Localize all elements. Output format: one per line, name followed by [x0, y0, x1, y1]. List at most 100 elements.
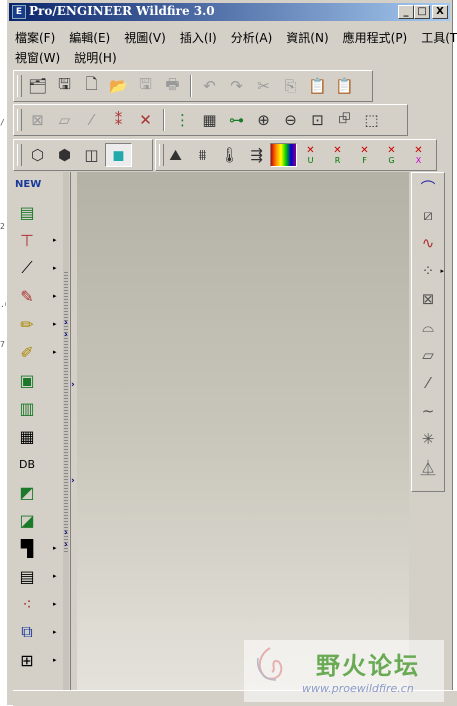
- expand-chevron-icon[interactable]: ›: [71, 380, 75, 390]
- f-point-icon[interactable]: ✕ F: [351, 143, 378, 167]
- curve-icon[interactable]: ∿: [412, 229, 444, 257]
- expand-chevron-icon[interactable]: ›: [64, 540, 68, 550]
- menu-info[interactable]: 資訊(N): [286, 29, 328, 46]
- wireframe-icon[interactable]: ⬡: [24, 143, 51, 167]
- save-copy-icon[interactable]: 🖫: [51, 74, 78, 98]
- extract-icon[interactable]: ▥: [15, 394, 61, 422]
- x-point-icon[interactable]: ✕ X: [405, 143, 432, 167]
- shading-icon[interactable]: ◼: [105, 143, 132, 167]
- axis-icon[interactable]: ⁄: [412, 369, 444, 397]
- datum-plane-off-icon[interactable]: ⊠: [24, 108, 51, 132]
- mold-open-icon[interactable]: ⁖ ▸: [15, 590, 61, 618]
- print-icon[interactable]: 🖶: [159, 74, 186, 98]
- zoom-out-icon[interactable]: ⊖: [277, 108, 304, 132]
- layout-icon[interactable]: ⊞ ▸: [15, 646, 61, 674]
- toolbar-separator: [163, 109, 165, 131]
- toolbar-grip[interactable]: [17, 144, 22, 166]
- probe-icon[interactable]: 🌡: [216, 143, 243, 167]
- ejector-icon[interactable]: ▜ ▸: [15, 534, 61, 562]
- datum-axis-display-icon[interactable]: ⁄: [78, 108, 105, 132]
- curve-sketch-icon[interactable]: ⌓: [412, 313, 444, 341]
- zoom-in-icon[interactable]: ⊕: [250, 108, 277, 132]
- menu-view[interactable]: 視圖(V): [124, 29, 166, 46]
- coord-sys-display-icon[interactable]: ✕: [132, 108, 159, 132]
- analysis-feature-icon[interactable]: ⏅: [412, 453, 444, 481]
- hidden-line-icon[interactable]: ⬢: [51, 143, 78, 167]
- open-icon[interactable]: 📂: [105, 74, 132, 98]
- shrink-icon[interactable]: ✎ ▸: [15, 282, 61, 310]
- point-icon[interactable]: ⁘ ▸: [412, 257, 444, 285]
- mesh-icon[interactable]: ⩩: [189, 143, 216, 167]
- navigator-sash[interactable]: [70, 172, 77, 690]
- workpiece-icon[interactable]: ⟋ ▸: [15, 254, 61, 282]
- graphics-window[interactable]: [77, 172, 409, 690]
- minimize-button[interactable]: _: [398, 5, 414, 19]
- mold-toolbar: ⛰ ⩩ 🌡 ⇶ ✕ U ✕ R ✕ F ✕ G ✕ X: [155, 139, 437, 171]
- maximize-button[interactable]: □: [414, 5, 430, 19]
- datum-point-display-icon[interactable]: ⁑: [105, 108, 132, 132]
- panel-splitter[interactable]: [63, 172, 69, 690]
- toolbar-separator: [190, 75, 192, 97]
- expand-chevron-icon[interactable]: ›: [64, 528, 68, 538]
- close-button[interactable]: X: [432, 5, 448, 19]
- copy-icon[interactable]: ⎘: [277, 74, 304, 98]
- spline-icon[interactable]: ∼: [412, 397, 444, 425]
- new-mold-icon[interactable]: NEW: [15, 170, 61, 198]
- menu-edit[interactable]: 編輯(E): [69, 29, 110, 46]
- expand-chevron-icon[interactable]: ›: [71, 476, 75, 486]
- open-folder-check-icon[interactable]: 🗂: [24, 74, 51, 98]
- proe-app-icon[interactable]: E: [12, 5, 26, 19]
- sketch-icon[interactable]: ⌒: [412, 173, 444, 201]
- plane-icon[interactable]: ⧄: [412, 201, 444, 229]
- no-hidden-icon[interactable]: ◫: [78, 143, 105, 167]
- parting-icon[interactable]: ⇶: [243, 143, 270, 167]
- file-toolbar: 🗂 🖫 🗋 📂 🖫 🖶 ↶ ↷ ✂ ⎘ 📋 📋: [13, 70, 373, 102]
- paste-icon[interactable]: 📋: [304, 74, 331, 98]
- csys-icon[interactable]: ✳: [412, 425, 444, 453]
- layer-icon[interactable]: ▦: [196, 108, 223, 132]
- volume-icon[interactable]: ▣: [15, 366, 61, 394]
- point-sketch-icon[interactable]: ⊠: [412, 285, 444, 313]
- menu-insert[interactable]: 插入(I): [180, 29, 217, 46]
- r-point-icon[interactable]: ✕ R: [324, 143, 351, 167]
- insert-icon[interactable]: ▤ ▸: [15, 562, 61, 590]
- undo-icon[interactable]: ↶: [196, 74, 223, 98]
- orient-icon[interactable]: ⮺: [331, 108, 358, 132]
- expand-chevron-icon[interactable]: ›: [64, 330, 68, 340]
- network-icon[interactable]: ⊶: [223, 108, 250, 132]
- paste-special-icon[interactable]: 📋: [331, 74, 358, 98]
- save-icon[interactable]: 🖫: [132, 74, 159, 98]
- waterline-icon[interactable]: ◪: [15, 506, 61, 534]
- split-icon[interactable]: ✐ ▸: [15, 338, 61, 366]
- display-toolbar: ⬡ ⬢ ◫ ◼: [13, 139, 153, 171]
- saved-views-icon[interactable]: ⬚: [358, 108, 385, 132]
- toolbar-grip[interactable]: [17, 109, 22, 131]
- refpart-icon[interactable]: ⊤ ▸: [15, 226, 61, 254]
- parting-surface-icon[interactable]: ✏ ▸: [15, 310, 61, 338]
- model-tree-icon[interactable]: ⋮: [169, 108, 196, 132]
- check-icon[interactable]: ⧉ ▸: [15, 618, 61, 646]
- refit-icon[interactable]: ⊡: [304, 108, 331, 132]
- mold-analysis-icon[interactable]: ⛰: [162, 143, 189, 167]
- menu-window[interactable]: 視窗(W): [15, 49, 60, 66]
- cut-icon[interactable]: ✂: [250, 74, 277, 98]
- menu-applications[interactable]: 應用程式(P): [343, 29, 408, 46]
- menu-tools[interactable]: 工具(T): [421, 29, 457, 46]
- menu-analysis[interactable]: 分析(A): [231, 29, 273, 46]
- g-point-icon[interactable]: ✕ G: [378, 143, 405, 167]
- toolbar-grip[interactable]: [17, 75, 22, 97]
- color-bars-icon[interactable]: [270, 143, 297, 167]
- casting-icon[interactable]: ▦: [15, 422, 61, 450]
- watermark-logo-icon: [256, 647, 283, 681]
- u-point-icon[interactable]: ✕ U: [297, 143, 324, 167]
- expand-chevron-icon[interactable]: ›: [64, 318, 68, 328]
- runner-icon[interactable]: ◩: [15, 478, 61, 506]
- menu-file[interactable]: 檔案(F): [15, 29, 55, 46]
- redo-icon[interactable]: ↷: [223, 74, 250, 98]
- mold-db-icon[interactable]: DB: [15, 450, 61, 478]
- mold-base-icon[interactable]: ▤: [15, 198, 61, 226]
- menu-help[interactable]: 說明(H): [74, 49, 116, 66]
- plane2-icon[interactable]: ▱: [412, 341, 444, 369]
- datum-plane-display-icon[interactable]: ▱: [51, 108, 78, 132]
- new-file-icon[interactable]: 🗋: [78, 74, 105, 98]
